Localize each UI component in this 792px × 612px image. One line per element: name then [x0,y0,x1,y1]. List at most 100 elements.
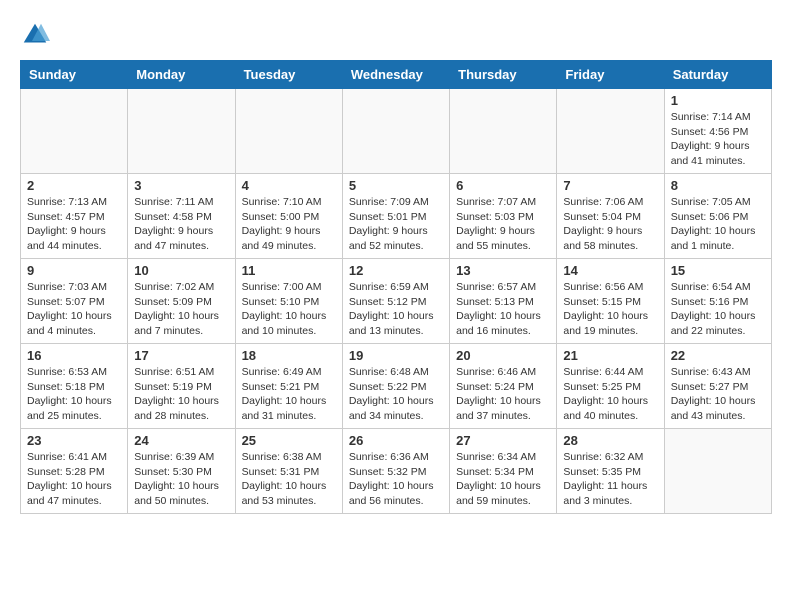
day-info: Sunrise: 6:34 AM Sunset: 5:34 PM Dayligh… [456,450,550,509]
day-info: Sunrise: 6:38 AM Sunset: 5:31 PM Dayligh… [242,450,336,509]
week-row-2: 2 Sunrise: 7:13 AM Sunset: 4:57 PM Daylig… [21,174,772,259]
day-number: 1 [671,93,765,108]
day-info: Sunrise: 7:09 AM Sunset: 5:01 PM Dayligh… [349,195,443,254]
day-header-friday: Friday [557,61,664,89]
calendar-cell-4-5: 20 Sunrise: 6:46 AM Sunset: 5:24 PM Dayli… [450,344,557,429]
day-number: 9 [27,263,121,278]
calendar-cell-5-4: 26 Sunrise: 6:36 AM Sunset: 5:32 PM Dayli… [342,429,449,514]
day-number: 4 [242,178,336,193]
day-number: 2 [27,178,121,193]
calendar-cell-2-1: 2 Sunrise: 7:13 AM Sunset: 4:57 PM Daylig… [21,174,128,259]
day-info: Sunrise: 7:03 AM Sunset: 5:07 PM Dayligh… [27,280,121,339]
day-info: Sunrise: 6:44 AM Sunset: 5:25 PM Dayligh… [563,365,657,424]
day-header-wednesday: Wednesday [342,61,449,89]
day-info: Sunrise: 6:51 AM Sunset: 5:19 PM Dayligh… [134,365,228,424]
day-number: 8 [671,178,765,193]
calendar-cell-4-1: 16 Sunrise: 6:53 AM Sunset: 5:18 PM Dayli… [21,344,128,429]
day-number: 28 [563,433,657,448]
week-row-1: 1 Sunrise: 7:14 AM Sunset: 4:56 PM Daylig… [21,89,772,174]
day-info: Sunrise: 7:13 AM Sunset: 4:57 PM Dayligh… [27,195,121,254]
day-header-tuesday: Tuesday [235,61,342,89]
calendar-cell-4-3: 18 Sunrise: 6:49 AM Sunset: 5:21 PM Dayli… [235,344,342,429]
calendar-cell-5-6: 28 Sunrise: 6:32 AM Sunset: 5:35 PM Dayli… [557,429,664,514]
day-number: 26 [349,433,443,448]
calendar-cell-4-2: 17 Sunrise: 6:51 AM Sunset: 5:19 PM Dayli… [128,344,235,429]
day-info: Sunrise: 6:39 AM Sunset: 5:30 PM Dayligh… [134,450,228,509]
day-info: Sunrise: 7:05 AM Sunset: 5:06 PM Dayligh… [671,195,765,254]
day-info: Sunrise: 7:00 AM Sunset: 5:10 PM Dayligh… [242,280,336,339]
page-header [20,20,772,50]
day-number: 20 [456,348,550,363]
calendar-cell-2-7: 8 Sunrise: 7:05 AM Sunset: 5:06 PM Daylig… [664,174,771,259]
calendar-cell-3-6: 14 Sunrise: 6:56 AM Sunset: 5:15 PM Dayli… [557,259,664,344]
day-info: Sunrise: 6:56 AM Sunset: 5:15 PM Dayligh… [563,280,657,339]
calendar-cell-1-6 [557,89,664,174]
calendar-cell-5-5: 27 Sunrise: 6:34 AM Sunset: 5:34 PM Dayli… [450,429,557,514]
day-info: Sunrise: 6:53 AM Sunset: 5:18 PM Dayligh… [27,365,121,424]
calendar-cell-2-3: 4 Sunrise: 7:10 AM Sunset: 5:00 PM Daylig… [235,174,342,259]
day-number: 18 [242,348,336,363]
day-info: Sunrise: 6:36 AM Sunset: 5:32 PM Dayligh… [349,450,443,509]
week-row-4: 16 Sunrise: 6:53 AM Sunset: 5:18 PM Dayli… [21,344,772,429]
day-number: 14 [563,263,657,278]
calendar-cell-5-7 [664,429,771,514]
calendar-cell-3-5: 13 Sunrise: 6:57 AM Sunset: 5:13 PM Dayli… [450,259,557,344]
calendar-header-row: SundayMondayTuesdayWednesdayThursdayFrid… [21,61,772,89]
day-info: Sunrise: 7:07 AM Sunset: 5:03 PM Dayligh… [456,195,550,254]
day-number: 6 [456,178,550,193]
day-number: 24 [134,433,228,448]
day-number: 13 [456,263,550,278]
day-number: 11 [242,263,336,278]
day-number: 19 [349,348,443,363]
calendar-cell-2-4: 5 Sunrise: 7:09 AM Sunset: 5:01 PM Daylig… [342,174,449,259]
day-number: 16 [27,348,121,363]
day-info: Sunrise: 6:41 AM Sunset: 5:28 PM Dayligh… [27,450,121,509]
calendar-cell-1-3 [235,89,342,174]
calendar-cell-2-5: 6 Sunrise: 7:07 AM Sunset: 5:03 PM Daylig… [450,174,557,259]
calendar-cell-3-2: 10Sunrise: 7:02 AM Sunset: 5:09 PM Dayli… [128,259,235,344]
calendar-table: SundayMondayTuesdayWednesdayThursdayFrid… [20,60,772,514]
day-number: 7 [563,178,657,193]
day-header-sunday: Sunday [21,61,128,89]
day-info: Sunrise: 6:43 AM Sunset: 5:27 PM Dayligh… [671,365,765,424]
calendar-cell-1-5 [450,89,557,174]
calendar-cell-4-7: 22 Sunrise: 6:43 AM Sunset: 5:27 PM Dayli… [664,344,771,429]
day-number: 5 [349,178,443,193]
calendar-cell-5-3: 25 Sunrise: 6:38 AM Sunset: 5:31 PM Dayli… [235,429,342,514]
calendar-cell-5-2: 24 Sunrise: 6:39 AM Sunset: 5:30 PM Dayli… [128,429,235,514]
day-number: 27 [456,433,550,448]
day-number: 15 [671,263,765,278]
calendar-cell-3-4: 12 Sunrise: 6:59 AM Sunset: 5:12 PM Dayli… [342,259,449,344]
day-header-thursday: Thursday [450,61,557,89]
day-number: 22 [671,348,765,363]
logo [20,20,54,50]
day-number: 17 [134,348,228,363]
day-info: Sunrise: 6:57 AM Sunset: 5:13 PM Dayligh… [456,280,550,339]
day-info: Sunrise: 6:49 AM Sunset: 5:21 PM Dayligh… [242,365,336,424]
day-info: Sunrise: 7:06 AM Sunset: 5:04 PM Dayligh… [563,195,657,254]
calendar-cell-2-2: 3 Sunrise: 7:11 AM Sunset: 4:58 PM Daylig… [128,174,235,259]
day-number: 25 [242,433,336,448]
calendar-cell-4-4: 19Sunrise: 6:48 AM Sunset: 5:22 PM Dayli… [342,344,449,429]
day-info: Sunrise: 6:32 AM Sunset: 5:35 PM Dayligh… [563,450,657,509]
calendar-cell-1-1 [21,89,128,174]
day-info: Sunrise: 6:59 AM Sunset: 5:12 PM Dayligh… [349,280,443,339]
calendar-cell-1-7: 1 Sunrise: 7:14 AM Sunset: 4:56 PM Daylig… [664,89,771,174]
calendar-cell-2-6: 7 Sunrise: 7:06 AM Sunset: 5:04 PM Daylig… [557,174,664,259]
week-row-5: 23 Sunrise: 6:41 AM Sunset: 5:28 PM Dayli… [21,429,772,514]
day-info: Sunrise: 6:46 AM Sunset: 5:24 PM Dayligh… [456,365,550,424]
day-info: Sunrise: 7:10 AM Sunset: 5:00 PM Dayligh… [242,195,336,254]
day-info: Sunrise: 7:11 AM Sunset: 4:58 PM Dayligh… [134,195,228,254]
calendar-cell-1-2 [128,89,235,174]
calendar-cell-5-1: 23 Sunrise: 6:41 AM Sunset: 5:28 PM Dayli… [21,429,128,514]
logo-icon [20,20,50,50]
day-number: 23 [27,433,121,448]
day-info: Sunrise: 7:02 AM Sunset: 5:09 PM Dayligh… [134,280,228,339]
calendar-cell-1-4 [342,89,449,174]
day-header-monday: Monday [128,61,235,89]
calendar-cell-3-7: 15Sunrise: 6:54 AM Sunset: 5:16 PM Dayli… [664,259,771,344]
calendar-cell-3-3: 11 Sunrise: 7:00 AM Sunset: 5:10 PM Dayli… [235,259,342,344]
day-number: 3 [134,178,228,193]
day-info: Sunrise: 7:14 AM Sunset: 4:56 PM Dayligh… [671,110,765,169]
day-number: 12 [349,263,443,278]
